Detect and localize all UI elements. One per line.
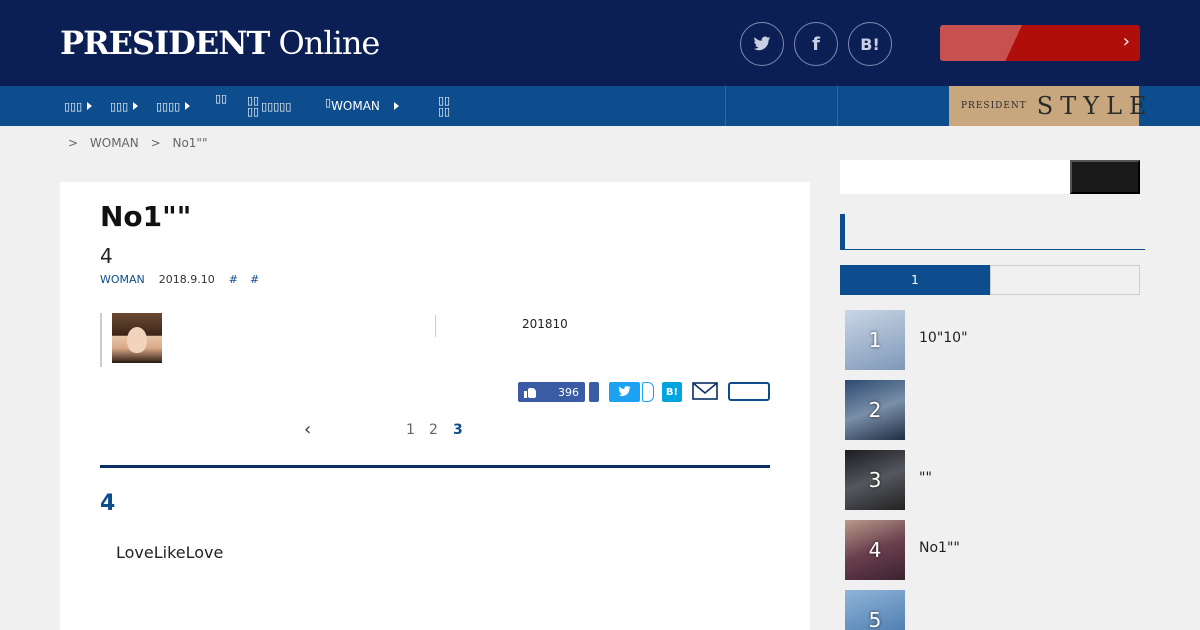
logo-bold-text: PRESIDENT	[60, 24, 270, 62]
facebook-share-button[interactable]: f	[794, 22, 838, 66]
facebook-share-small-button[interactable]	[589, 382, 599, 402]
nav-item-5[interactable]: ▯▯ ▯▯ ▯▯▯▯▯	[247, 86, 291, 126]
ranking-thumbnail: 4	[845, 520, 905, 580]
rank-number: 5	[868, 608, 882, 630]
article-category-link[interactable]: WOMAN	[100, 273, 145, 286]
nav-label-glyphs: ▯▯▯▯	[438, 94, 451, 118]
hatena-share-button[interactable]: B!	[848, 22, 892, 66]
publication-note: 201810	[522, 317, 568, 331]
avatar-face	[127, 327, 147, 353]
caret-right-icon	[185, 102, 191, 110]
section-divider	[100, 465, 770, 468]
chevron-left-icon[interactable]: ‹	[304, 419, 311, 440]
ranking-thumbnail: 2	[845, 380, 905, 440]
rank-number: 1	[868, 328, 882, 352]
president-style-banner[interactable]: PRESIDENT STYLE	[949, 86, 1147, 126]
save-article-button[interactable]	[728, 382, 770, 401]
breadcrumb-woman[interactable]: WOMAN	[90, 136, 139, 150]
article-tag[interactable]: #	[229, 273, 238, 286]
ranking-item[interactable]: 4 No1""	[845, 520, 1145, 580]
nav-item-3[interactable]: ▯▯▯▯	[156, 86, 191, 126]
caret-right-icon	[133, 102, 139, 110]
site-header: PRESIDENT Online f B! ›	[0, 0, 1200, 86]
nav-label-glyphs: ▯▯▯▯	[247, 94, 260, 118]
ranking-thumbnail: 5	[845, 590, 905, 630]
nav-item-4[interactable]: ▯▯	[215, 78, 227, 118]
cta-highlight	[940, 25, 1060, 61]
style-banner-big: STYLE	[1036, 92, 1154, 120]
article-title: No1""	[100, 200, 192, 233]
ranking-item[interactable]: 3 ""	[845, 450, 1145, 510]
nav-item-7[interactable]: ▯▯ ▯▯	[438, 86, 450, 126]
rank-number: 4	[868, 538, 882, 562]
author-box	[100, 313, 435, 367]
pager-page-2[interactable]: 2	[429, 422, 438, 438]
pager-page-1[interactable]: 1	[406, 422, 415, 438]
author-avatar[interactable]	[112, 313, 162, 363]
article-body-text: LoveLikeLove	[116, 543, 224, 562]
rank-number: 3	[868, 468, 882, 492]
caret-right-icon	[87, 102, 93, 110]
style-banner-small: PRESIDENT	[961, 101, 1027, 111]
nav-label-glyphs: ▯▯▯▯▯	[261, 99, 292, 113]
breadcrumb-separator: >	[68, 136, 79, 150]
nav-label-glyphs: ▯▯	[215, 91, 228, 105]
facebook-like-button[interactable]: 396	[518, 382, 585, 402]
facebook-icon: f	[812, 33, 820, 55]
ranking-item[interactable]: 2	[845, 380, 1145, 440]
hatena-icon: B!	[860, 34, 880, 54]
ranking-title: ""	[919, 470, 932, 486]
breadcrumb: > WOMAN > No1""	[68, 136, 215, 150]
ranking-title: 10"10"	[919, 330, 968, 346]
ranking-thumbnail: 1	[845, 310, 905, 370]
nav-label-glyphs: ▯▯▯▯	[156, 99, 181, 113]
ranking-tab-active[interactable]: 1	[840, 265, 990, 295]
search-input[interactable]	[840, 160, 1070, 194]
rank-number: 2	[868, 398, 882, 422]
pager-page-current: 3	[453, 422, 463, 438]
nav-woman-label: WOMAN	[331, 99, 380, 113]
hatena-icon: B!	[665, 386, 679, 398]
nav-item-2[interactable]: ▯▯▯	[110, 86, 139, 126]
nav-divider	[725, 86, 726, 126]
article-meta: WOMAN 2018.9.10 # #	[100, 273, 259, 286]
breadcrumb-current: No1""	[172, 136, 208, 150]
article-tag[interactable]: #	[250, 273, 259, 286]
nav-item-1[interactable]: ▯▯▯	[64, 86, 93, 126]
ranking-tabs: 1	[840, 265, 1140, 295]
twitter-icon	[618, 386, 631, 397]
article-subtitle: 4	[100, 244, 113, 268]
ranking-tab-inactive[interactable]	[990, 265, 1140, 295]
thumbs-up-icon	[524, 387, 536, 398]
article-card: No1"" 4 WOMAN 2018.9.10 # # 201810 396 B…	[60, 182, 810, 630]
logo-light-text: Online	[278, 24, 381, 62]
caret-right-icon	[393, 102, 399, 110]
ranking-thumbnail: 3	[845, 450, 905, 510]
tweet-count-bubble[interactable]	[642, 382, 654, 402]
like-count: 396	[558, 385, 579, 399]
header-cta-button[interactable]: ›	[940, 25, 1140, 61]
hatena-bookmark-button[interactable]: B!	[662, 382, 682, 402]
ranking-heading	[840, 214, 1145, 250]
breadcrumb-separator: >	[150, 136, 161, 150]
nav-label-glyphs: ▯	[325, 95, 332, 109]
nav-divider	[837, 86, 838, 126]
chevron-right-icon: ›	[1122, 31, 1130, 52]
ranking-item[interactable]: 1 10"10"	[845, 310, 1145, 370]
section-heading: 4	[100, 491, 116, 516]
article-date: 2018.9.10	[158, 273, 215, 286]
twitter-icon	[753, 36, 771, 51]
search-button[interactable]	[1070, 160, 1140, 194]
twitter-tweet-button[interactable]	[609, 382, 640, 402]
mail-icon	[692, 382, 718, 400]
meta-divider	[435, 315, 436, 337]
twitter-share-button[interactable]	[740, 22, 784, 66]
ranking-title: No1""	[919, 540, 960, 556]
mail-share-button[interactable]	[692, 382, 718, 402]
nav-label-glyphs: ▯▯▯	[64, 99, 83, 113]
nav-item-woman[interactable]: ▯ WOMAN	[325, 86, 399, 126]
ranking-item[interactable]: 5	[845, 590, 1145, 630]
nav-label-glyphs: ▯▯▯	[110, 99, 129, 113]
site-logo[interactable]: PRESIDENT Online	[60, 24, 381, 62]
